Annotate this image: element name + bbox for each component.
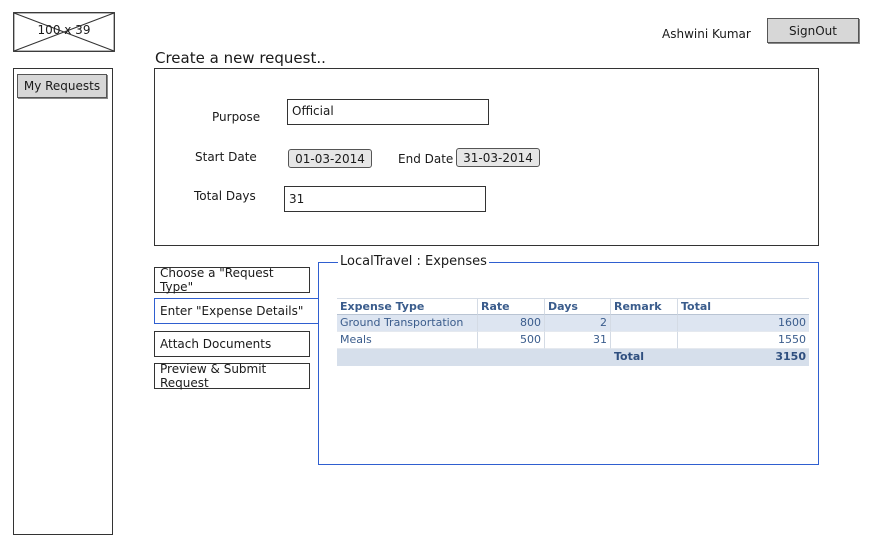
end-date-field[interactable]: 31-03-2014: [456, 148, 540, 167]
column-header-expense-type[interactable]: Expense Type: [337, 299, 478, 315]
step-choose-request-type[interactable]: Choose a "Request Type": [154, 266, 310, 294]
footer-spacer: [337, 349, 611, 366]
page-title: Create a new request..: [155, 49, 326, 67]
start-date-label: Start Date: [195, 150, 257, 164]
step-preview-submit[interactable]: Preview & Submit Request: [154, 362, 310, 390]
end-date-label: End Date: [398, 152, 454, 166]
table-row[interactable]: Meals 500 31 1550: [337, 332, 809, 349]
table-row[interactable]: Ground Transportation 800 2 1600: [337, 315, 809, 332]
column-header-total[interactable]: Total: [678, 299, 809, 315]
cell-remark[interactable]: [611, 332, 678, 349]
cell-total[interactable]: 1550: [678, 332, 809, 349]
sidebar: [13, 68, 113, 535]
cell-remark[interactable]: [611, 315, 678, 332]
start-date-field[interactable]: 01-03-2014: [288, 149, 372, 168]
cell-days[interactable]: 31: [545, 332, 611, 349]
logo-placeholder-label: 100 x 39: [37, 23, 91, 37]
cell-days[interactable]: 2: [545, 315, 611, 332]
column-header-days[interactable]: Days: [545, 299, 611, 315]
user-name: Ashwini Kumar: [662, 27, 751, 41]
column-header-rate[interactable]: Rate: [478, 299, 545, 315]
signout-button[interactable]: SignOut: [767, 18, 859, 43]
purpose-label: Purpose: [212, 110, 261, 124]
step-attach-documents[interactable]: Attach Documents: [154, 331, 310, 357]
column-header-remark[interactable]: Remark: [611, 299, 678, 315]
purpose-input[interactable]: Official: [287, 99, 489, 125]
footer-total-value: 3150: [775, 350, 806, 363]
cell-total[interactable]: 1600: [678, 315, 809, 332]
cell-expense-type[interactable]: Meals: [337, 332, 478, 349]
cell-rate[interactable]: 500: [478, 332, 545, 349]
sidebar-item-my-requests[interactable]: My Requests: [17, 74, 107, 98]
table-footer-row: Total 3150: [337, 349, 809, 366]
expense-table[interactable]: Expense Type Rate Days Remark Total Grou…: [337, 298, 809, 366]
cell-rate[interactable]: 800: [478, 315, 545, 332]
cell-expense-type[interactable]: Ground Transportation: [337, 315, 478, 332]
expense-panel-title: LocalTravel : Expenses: [338, 254, 489, 269]
total-days-input[interactable]: 31: [284, 186, 486, 212]
total-days-label: Total Days: [194, 189, 256, 203]
footer-total-label: Total: [614, 350, 645, 363]
logo-placeholder: 100 x 39: [13, 12, 115, 52]
step-enter-expense-details[interactable]: Enter "Expense Details": [154, 298, 320, 324]
table-header-row: Expense Type Rate Days Remark Total: [337, 298, 809, 315]
